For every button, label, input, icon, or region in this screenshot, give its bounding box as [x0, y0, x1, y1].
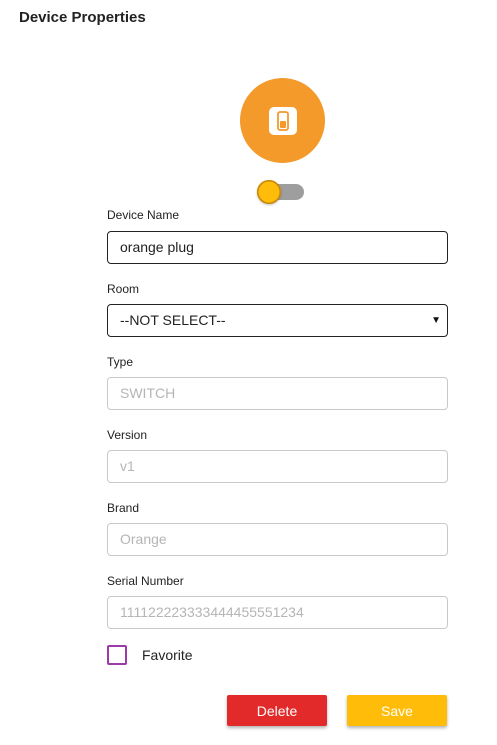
- power-toggle-knob: [257, 180, 281, 204]
- version-label: Version: [107, 428, 148, 442]
- delete-button[interactable]: Delete: [227, 695, 327, 726]
- brand-label: Brand: [107, 501, 140, 515]
- room-select-value: --NOT SELECT--: [120, 312, 226, 328]
- chevron-down-icon: ▼: [431, 315, 441, 326]
- brand-input[interactable]: Orange: [107, 523, 448, 556]
- switch-icon: [268, 106, 297, 135]
- serial-number-input[interactable]: 111122223333444455551234: [107, 596, 448, 629]
- device-name-input[interactable]: orange plug: [107, 231, 448, 264]
- room-select[interactable]: --NOT SELECT-- ▼: [107, 304, 448, 337]
- version-input[interactable]: v1: [107, 450, 448, 483]
- type-input[interactable]: SWITCH: [107, 377, 448, 410]
- page-title: Device Properties: [19, 9, 146, 26]
- device-name-label: Device Name: [107, 208, 180, 222]
- room-label: Room: [107, 282, 140, 296]
- favorite-checkbox[interactable]: [107, 645, 127, 665]
- favorite-label: Favorite: [142, 647, 193, 663]
- type-label: Type: [107, 355, 134, 369]
- save-button[interactable]: Save: [347, 695, 447, 726]
- power-toggle[interactable]: [257, 180, 305, 204]
- serial-number-label: Serial Number: [107, 574, 184, 588]
- device-icon-circle: [240, 78, 325, 163]
